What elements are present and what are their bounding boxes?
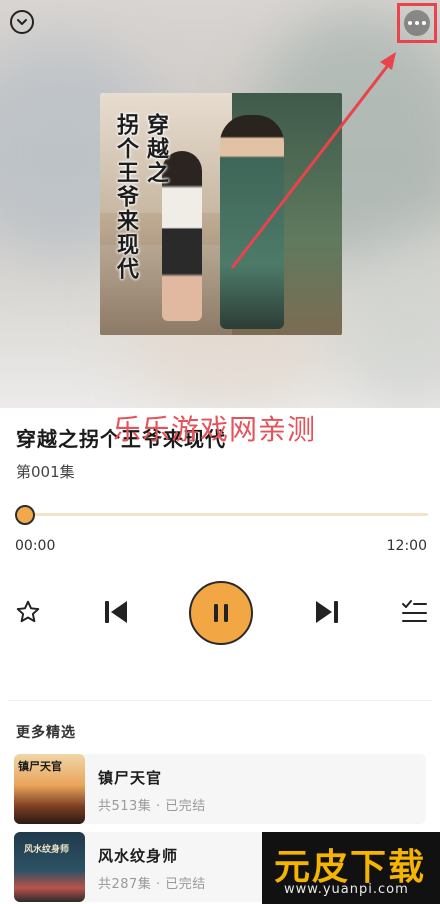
site-logo-url: www.yuanpi.com bbox=[284, 882, 409, 897]
section-divider bbox=[8, 700, 432, 701]
play-pause-button[interactable] bbox=[189, 581, 253, 645]
album-cover: 穿越之 拐个王爷来现代 bbox=[100, 93, 342, 335]
episode-label: 第001集 bbox=[16, 463, 75, 481]
cover-male-figure bbox=[220, 115, 284, 329]
recommend-item[interactable]: 镇尸天官 镇尸天官 共513集 · 已完结 bbox=[14, 754, 426, 824]
pause-icon bbox=[214, 604, 228, 622]
player-backdrop: 穿越之 拐个王爷来现代 bbox=[0, 0, 440, 408]
watermark-text: 乐乐游戏网亲测 bbox=[113, 413, 317, 446]
favorite-button[interactable] bbox=[14, 598, 42, 626]
time-current: 00:00 bbox=[15, 538, 56, 554]
more-options-button[interactable] bbox=[404, 10, 430, 36]
thumbnail-title: 风水纹身师 bbox=[24, 845, 70, 855]
skip-next-icon bbox=[316, 601, 338, 623]
recommend-thumbnail: 风水纹身师 bbox=[14, 832, 85, 902]
progress-track[interactable] bbox=[24, 513, 428, 516]
recommend-item-name: 镇尸天官 bbox=[98, 769, 163, 787]
time-total: 12:00 bbox=[386, 538, 427, 554]
next-button[interactable] bbox=[313, 598, 341, 626]
cover-title-left: 拐个王爷来现代 bbox=[113, 113, 139, 281]
more-dot bbox=[415, 21, 419, 25]
more-horizontal-icon bbox=[408, 21, 412, 25]
recommend-thumbnail: 镇尸天官 bbox=[14, 754, 85, 824]
previous-button[interactable] bbox=[102, 598, 130, 626]
thumbnail-title: 镇尸天官 bbox=[18, 760, 62, 773]
recommend-item-meta: 共287集 · 已完结 bbox=[98, 877, 206, 892]
playlist-button[interactable] bbox=[399, 598, 429, 626]
recommend-section-title: 更多精选 bbox=[16, 725, 76, 741]
skip-previous-icon bbox=[105, 601, 127, 623]
chevron-down-icon bbox=[17, 19, 27, 25]
collapse-button[interactable] bbox=[10, 10, 34, 34]
cover-title-right: 穿越之 bbox=[143, 113, 169, 185]
star-icon bbox=[16, 600, 40, 623]
recommend-item-meta: 共513集 · 已完结 bbox=[98, 799, 206, 814]
site-logo: 元皮下载 www.yuanpi.com bbox=[262, 832, 440, 904]
recommend-item-name: 风水纹身师 bbox=[98, 847, 179, 865]
playlist-icon bbox=[402, 600, 427, 622]
more-dot bbox=[422, 21, 426, 25]
progress-thumb[interactable] bbox=[15, 505, 35, 525]
annotation-highlight-box bbox=[397, 3, 437, 43]
